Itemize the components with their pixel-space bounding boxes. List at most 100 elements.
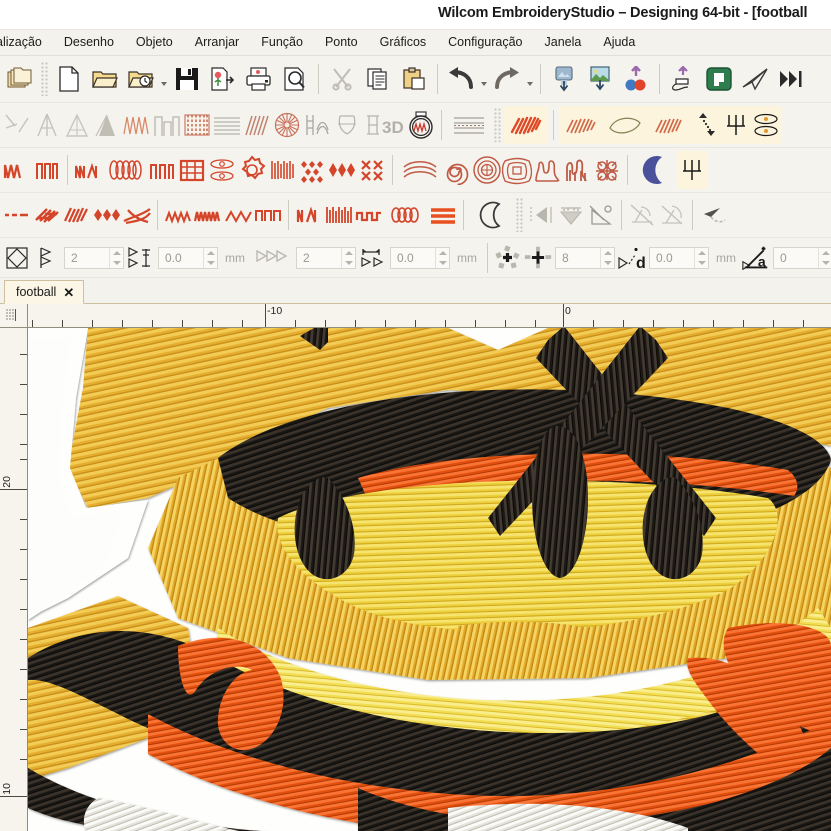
serrated-edge-icon[interactable] [32, 239, 62, 277]
stitch-count-field[interactable]: 2 [64, 246, 124, 269]
lattice-motif-icon[interactable] [177, 151, 207, 189]
spacing-field[interactable]: 0.0 [390, 246, 450, 269]
crescent-outline-icon[interactable] [469, 196, 513, 234]
horizontal-lines-icon[interactable] [212, 106, 242, 144]
new-document-icon[interactable] [51, 60, 87, 98]
distance-d-field[interactable]: 0.0 [649, 246, 709, 269]
insert-image-icon[interactable] [582, 60, 618, 98]
rotate-tool-icon[interactable] [586, 196, 616, 234]
offset-field[interactable]: 0.0 [158, 246, 218, 269]
offset-spinner[interactable] [203, 247, 217, 268]
repeat-field[interactable]: 2 [296, 246, 356, 269]
square-run-icon[interactable] [253, 196, 283, 234]
3d-view-icon[interactable]: 3D [362, 106, 406, 144]
doc-tab-football[interactable]: football ✕ [4, 280, 85, 304]
satin-block-icon[interactable] [504, 106, 548, 144]
open-recent-dropdown-icon[interactable] [159, 60, 169, 98]
repeat-spinner[interactable] [341, 247, 355, 268]
vertical-dense-icon[interactable] [324, 196, 354, 234]
zigzag-motif-icon[interactable] [73, 151, 103, 189]
vertical-ruler[interactable]: 20 10 [0, 328, 28, 831]
plus-bars-icon[interactable] [523, 239, 553, 277]
redo-icon[interactable] [489, 60, 525, 98]
vertical-strokes-icon[interactable] [267, 151, 297, 189]
machine-connect-icon[interactable] [701, 60, 737, 98]
blanket-run-icon[interactable] [294, 196, 324, 234]
paste-icon[interactable] [396, 60, 432, 98]
trident-tool-icon[interactable] [677, 151, 707, 189]
insert-artwork-icon[interactable] [546, 60, 582, 98]
cross-grid-icon[interactable] [357, 151, 387, 189]
angle-a-spinner[interactable] [818, 247, 831, 268]
spacing-spinner[interactable] [435, 247, 449, 268]
target-spiral-icon[interactable] [472, 151, 502, 189]
menu-desenho[interactable]: Desenho [53, 31, 125, 54]
step-run-icon[interactable] [354, 196, 384, 234]
color-export-icon[interactable] [618, 60, 654, 98]
distance-d-icon[interactable]: d [617, 239, 647, 277]
print-icon[interactable] [241, 60, 277, 98]
radial-fill-icon[interactable] [272, 106, 302, 144]
contour-fill-icon[interactable] [302, 106, 332, 144]
menu-objeto[interactable]: Objeto [125, 31, 184, 54]
skew-disable-icon[interactable] [627, 196, 657, 234]
square-motif-icon[interactable] [147, 151, 177, 189]
menu-janela[interactable]: Janela [534, 31, 593, 54]
redo-dropdown-icon[interactable] [525, 60, 535, 98]
cut-scissors-icon[interactable] [324, 60, 360, 98]
horizontal-ruler[interactable]: -10 0 [28, 304, 831, 328]
triangle-row-icon[interactable] [250, 239, 294, 277]
menu-arranjar[interactable]: Arranjar [184, 31, 250, 54]
menu-visualizacao[interactable]: alização [0, 31, 53, 54]
complex-fill-icon[interactable] [647, 106, 691, 144]
tatami-fill-icon[interactable] [559, 106, 603, 144]
menu-ponto[interactable]: Ponto [314, 31, 369, 54]
height-arrow-icon[interactable] [126, 239, 156, 277]
wave-run-icon[interactable] [163, 196, 193, 234]
triangle-outline-icon[interactable] [62, 106, 92, 144]
angle-a-field[interactable]: 0 [773, 246, 831, 269]
slanted-strokes-icon[interactable] [32, 196, 62, 234]
density-field[interactable]: 8 [555, 246, 615, 269]
blanket-stitch-icon[interactable] [32, 151, 62, 189]
trident-icon[interactable] [721, 106, 751, 144]
design-canvas[interactable] [28, 328, 831, 831]
menu-funcao[interactable]: Função [250, 31, 314, 54]
send-to-machine-icon[interactable] [737, 60, 773, 98]
close-icon[interactable]: ✕ [63, 286, 74, 299]
menu-configuracao[interactable]: Configuração [437, 31, 533, 54]
slanted-fill-icon[interactable] [242, 106, 272, 144]
open-folder-icon[interactable] [87, 60, 123, 98]
filled-triangle-icon[interactable] [92, 106, 122, 144]
elastic-arrow-icon[interactable] [698, 196, 728, 234]
stitch-list-icon[interactable] [447, 106, 491, 144]
square-spiral-icon[interactable] [502, 151, 532, 189]
ripple-motif-icon[interactable] [103, 151, 147, 189]
zigzag-run-icon[interactable] [223, 196, 253, 234]
zigzag-stitch-icon[interactable] [122, 106, 152, 144]
ornate-motif-icon[interactable] [562, 151, 592, 189]
density-spinner[interactable] [600, 247, 614, 268]
eye-shapes-icon[interactable] [751, 106, 781, 144]
scatter-plus-icon[interactable] [493, 239, 523, 277]
line-tool-icon[interactable] [2, 106, 32, 144]
crescent-icon[interactable] [633, 151, 677, 189]
arc-lines-icon[interactable] [398, 151, 442, 189]
undo-dropdown-icon[interactable] [479, 60, 489, 98]
print-preview-icon[interactable] [277, 60, 313, 98]
rotate-disable-icon[interactable] [657, 196, 687, 234]
ruler-origin-corner[interactable] [0, 304, 28, 328]
distance-d-spinner[interactable] [694, 247, 708, 268]
copy-icon[interactable] [360, 60, 396, 98]
coil-run-icon[interactable] [384, 196, 428, 234]
floral-motif-icon[interactable] [592, 151, 622, 189]
dashed-line-icon[interactable] [2, 196, 32, 234]
stitch-forward-icon[interactable] [773, 60, 809, 98]
maze-pattern-icon[interactable] [532, 151, 562, 189]
save-icon[interactable] [169, 60, 205, 98]
motif-fill-icon[interactable] [182, 106, 212, 144]
triple-line-icon[interactable] [428, 196, 458, 234]
square-wave-icon[interactable] [152, 106, 182, 144]
mirror-left-icon[interactable] [526, 196, 556, 234]
stitch-count-spinner[interactable] [109, 247, 123, 268]
